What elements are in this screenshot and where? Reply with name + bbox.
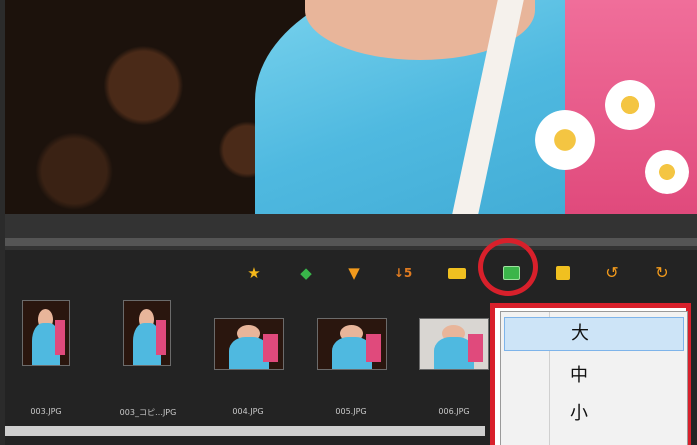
thumbnail[interactable] [214,318,284,370]
thumbnail-filename: 005.JPG [335,407,367,416]
highlight-circle [478,238,538,296]
thumbnail[interactable] [123,300,171,366]
slideshow-icon[interactable] [553,264,573,282]
rotate-right-icon[interactable]: ↻ [652,264,672,282]
filmstrip-toolbar: ★ ◆ ▼ ↓5 ↺ ↻ [0,256,697,290]
star-icon[interactable]: ★ [244,264,264,282]
menu-item-small[interactable]: 小 [504,397,684,431]
preview-scrollbar[interactable] [5,238,697,246]
thumbnail-filename: 003_コピ…JPG [119,408,177,417]
thumbnail-filename: 006.JPG [438,407,470,416]
sort-icon[interactable]: ↓5 [393,264,413,282]
photo-preview [5,0,697,214]
thumbnail-filename: 004.JPG [232,407,264,416]
filter-icon[interactable]: ▼ [344,264,364,282]
preview-flower [645,150,689,194]
thumbnail-filename: 003.JPG [30,407,62,416]
preview-scroll-area [5,214,697,250]
thumbnail[interactable] [22,300,70,366]
thumbnail[interactable] [317,318,387,370]
filmstrip-scrollbar[interactable] [5,426,485,436]
photo-viewer-window: ★ ◆ ▼ ↓5 ↺ ↻ 003.JPG 003_コピ…JPG 004.JPG … [0,0,697,445]
thumbnail-size-menu: 大 中 小 [500,311,688,445]
thumbnail[interactable] [419,318,489,370]
label-icon[interactable] [447,264,467,282]
menu-item-large[interactable]: 大 [504,317,684,351]
menu-item-medium[interactable]: 中 [504,359,684,393]
preview-flower [605,80,655,130]
tag-icon[interactable]: ◆ [296,264,316,282]
rotate-left-icon[interactable]: ↺ [602,264,622,282]
preview-flower [535,110,595,170]
